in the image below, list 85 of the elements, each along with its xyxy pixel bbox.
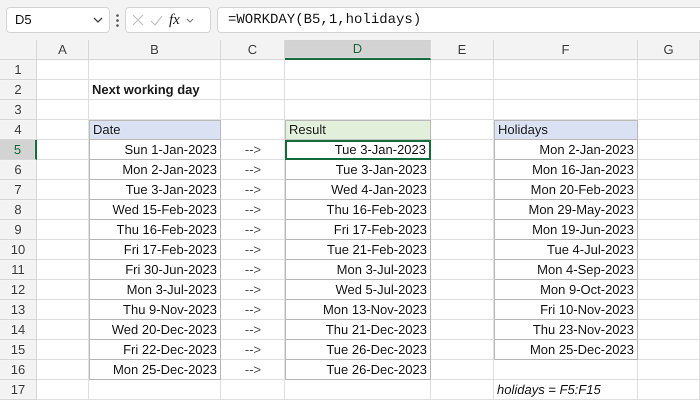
header-cell: Holidays (494, 120, 638, 140)
column-header[interactable]: B (89, 40, 221, 60)
table-cell: Tue 3-Jan-2023 (89, 180, 221, 200)
table-cell: Mon 25-Dec-2023 (89, 360, 221, 380)
table-cell: Mon 3-Jul-2023 (285, 260, 431, 280)
table-cell: Tue 21-Feb-2023 (285, 240, 431, 260)
arrow-text: --> (244, 301, 262, 320)
table-cell: Fri 17-Feb-2023 (285, 220, 431, 240)
named-range-note: holidays = F5:F15 (496, 381, 602, 400)
table-cell: Wed 4-Jan-2023 (285, 180, 431, 200)
formula-bar[interactable]: =WORKDAY(B5,1,holidays) (217, 7, 700, 33)
table-cell: Tue 3-Jan-2023 (285, 140, 431, 160)
table-cell: Sun 1-Jan-2023 (89, 140, 221, 160)
table-cell: Tue 26-Dec-2023 (285, 340, 431, 360)
header-cell: Date (89, 120, 221, 140)
column-header[interactable]: A (37, 40, 89, 60)
table-cell: Mon 25-Dec-2023 (494, 340, 638, 360)
row-header[interactable]: 5 (0, 140, 37, 160)
dropdown-icon (93, 17, 103, 23)
table-cell: Thu 21-Dec-2023 (285, 320, 431, 340)
table-cell: Fri 10-Nov-2023 (494, 300, 638, 320)
arrow-text: --> (244, 281, 262, 300)
row-header[interactable]: 7 (0, 180, 37, 200)
table-cell: Tue 4-Jul-2023 (494, 240, 638, 260)
select-all-button[interactable] (0, 40, 37, 60)
row-header[interactable]: 6 (0, 160, 37, 180)
table-cell: Fri 30-Jun-2023 (89, 260, 221, 280)
name-box[interactable]: D5 (6, 7, 110, 33)
row-header[interactable]: 13 (0, 300, 37, 320)
row-header[interactable]: 15 (0, 340, 37, 360)
column-header[interactable]: E (431, 40, 494, 60)
check-icon[interactable] (150, 14, 163, 26)
row-header[interactable]: 11 (0, 260, 37, 280)
table-cell: Wed 20-Dec-2023 (89, 320, 221, 340)
table-cell: Fri 17-Feb-2023 (89, 240, 221, 260)
table-cell: Tue 3-Jan-2023 (285, 160, 431, 180)
arrow-text: --> (244, 361, 262, 380)
arrow-text: --> (244, 161, 262, 180)
row-header[interactable]: 1 (0, 60, 37, 80)
table-cell: Thu 23-Nov-2023 (494, 320, 638, 340)
arrow-text: --> (244, 321, 262, 340)
table-cell: Thu 16-Feb-2023 (89, 220, 221, 240)
arrow-text: --> (244, 341, 262, 360)
header-cell: Result (285, 120, 431, 140)
row-header[interactable]: 17 (0, 380, 37, 400)
row-header[interactable]: 14 (0, 320, 37, 340)
row-header[interactable]: 10 (0, 240, 37, 260)
table-cell: Mon 13-Nov-2023 (285, 300, 431, 320)
table-cell: Mon 16-Jan-2023 (494, 160, 638, 180)
arrow-text: --> (244, 141, 262, 160)
column-header[interactable]: F (494, 40, 638, 60)
row-header[interactable]: 2 (0, 80, 37, 100)
column-header[interactable]: C (221, 40, 285, 60)
row-header[interactable]: 12 (0, 280, 37, 300)
table-cell: Wed 15-Feb-2023 (89, 200, 221, 220)
arrow-text: --> (244, 261, 262, 280)
table-cell: Tue 26-Dec-2023 (285, 360, 431, 380)
arrow-text: --> (244, 241, 262, 260)
table-cell: Mon 4-Sep-2023 (494, 260, 638, 280)
table-cell: Fri 22-Dec-2023 (89, 340, 221, 360)
row-header[interactable]: 16 (0, 360, 37, 380)
row-header[interactable]: 3 (0, 100, 37, 120)
table-cell: Mon 3-Jul-2023 (89, 280, 221, 300)
table-cell: Mon 9-Oct-2023 (494, 280, 638, 300)
arrow-text: --> (244, 181, 262, 200)
table-cell: Mon 2-Jan-2023 (89, 160, 221, 180)
row-header[interactable]: 9 (0, 220, 37, 240)
row-header[interactable]: 8 (0, 200, 37, 220)
table-cell: Thu 16-Feb-2023 (285, 200, 431, 220)
table-cell: Mon 20-Feb-2023 (494, 180, 638, 200)
table-cell: Mon 19-Jun-2023 (494, 220, 638, 240)
table-cell: Mon 2-Jan-2023 (494, 140, 638, 160)
sheet-title: Next working day (91, 81, 201, 100)
table-cell: Thu 9-Nov-2023 (89, 300, 221, 320)
row-header[interactable]: 4 (0, 120, 37, 140)
table-cell: Mon 29-May-2023 (494, 200, 638, 220)
arrow-text: --> (244, 221, 262, 240)
cancel-icon[interactable] (132, 14, 144, 26)
column-header[interactable]: G (638, 40, 700, 60)
dropdown-icon[interactable] (186, 18, 194, 22)
column-header[interactable]: D (285, 40, 431, 60)
more-icon[interactable] (116, 14, 119, 26)
arrow-text: --> (244, 201, 262, 220)
table-cell: Wed 5-Jul-2023 (285, 280, 431, 300)
insert-function-button[interactable]: fx (169, 12, 180, 28)
